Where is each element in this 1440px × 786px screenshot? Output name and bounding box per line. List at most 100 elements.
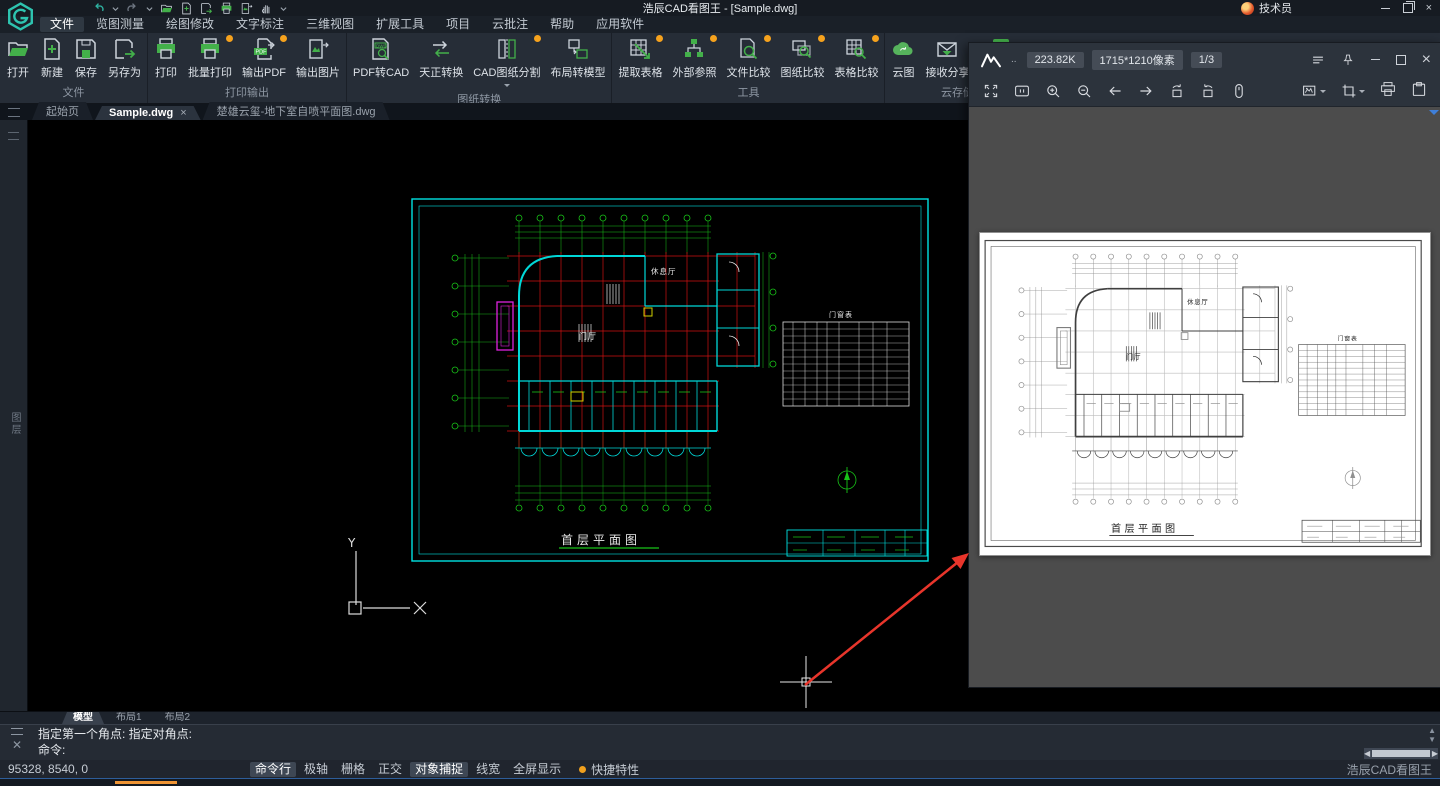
ribbon-cloud-button[interactable]: 云图 bbox=[886, 33, 920, 83]
viewer-maximize-icon[interactable] bbox=[1396, 55, 1406, 65]
status-toggle-0[interactable]: 命令行 bbox=[250, 762, 296, 777]
menu-item-1[interactable]: 览图测量 bbox=[86, 17, 154, 32]
qat-saveas-icon[interactable] bbox=[200, 2, 213, 15]
doc-tab-1[interactable]: Sample.dwg× bbox=[95, 106, 201, 120]
arrow-right-icon[interactable] bbox=[1138, 83, 1154, 99]
menu-item-7[interactable]: 云批注 bbox=[482, 17, 538, 32]
ribbon-table-cmp-button[interactable]: 表格比较 bbox=[829, 33, 883, 83]
image-mode-button[interactable] bbox=[1302, 83, 1326, 99]
command-prompt[interactable]: 命令: bbox=[38, 742, 1440, 758]
ribbon-draw-cmp-button[interactable]: 图纸比较 bbox=[775, 33, 829, 83]
ribbon-img-out-button[interactable]: 输出图片 bbox=[291, 33, 345, 83]
menu-item-9[interactable]: 应用软件 bbox=[586, 17, 654, 32]
ribbon-open-button[interactable]: 打开 bbox=[1, 33, 35, 83]
ribbon-pdf-out-button[interactable]: PDF输出PDF bbox=[237, 33, 291, 83]
doc-tab-0[interactable]: 起始页 bbox=[32, 102, 93, 120]
viewer-body[interactable]: 休息厅门厅门窗表首层平面图 bbox=[969, 106, 1440, 687]
fullscreen-icon[interactable] bbox=[983, 83, 999, 99]
ribbon-new-button[interactable]: 新建 bbox=[35, 33, 69, 83]
status-toggle-1[interactable]: 极轴 bbox=[299, 762, 333, 777]
viewer-header: .. 223.82K 1715*1210像素 1/3 × bbox=[969, 43, 1440, 76]
qat-print-icon[interactable] bbox=[220, 2, 233, 15]
ribbon-pdf2cad-button[interactable]: DWGPDF转CAD bbox=[348, 33, 414, 90]
pin-icon[interactable] bbox=[1341, 53, 1355, 67]
scroll-right-icon[interactable]: ▶ bbox=[1432, 749, 1438, 758]
ribbon-print-button[interactable]: 批量打印 bbox=[183, 33, 237, 83]
ribbon-split-button[interactable]: CAD图纸分割 bbox=[468, 33, 545, 90]
status-toggle-6[interactable]: 全屏显示 bbox=[508, 762, 566, 777]
layout-tab-2[interactable]: 布局2 bbox=[154, 712, 202, 724]
doc-tab-2[interactable]: 楚雄云玺-地下室自喷平面图.dwg bbox=[203, 102, 390, 120]
horizontal-scrollbar[interactable]: ◀ ▶ bbox=[1364, 748, 1438, 759]
user-account[interactable]: 技术员 bbox=[1241, 0, 1292, 16]
restore-icon[interactable] bbox=[1403, 3, 1413, 13]
clipboard-button[interactable] bbox=[1411, 81, 1427, 102]
command-gutter: ✕ bbox=[6, 728, 28, 756]
command-line-area[interactable]: ✕ 指定第一个角点: 指定对角点: 命令: ▲▼ ◀ ▶ bbox=[0, 724, 1440, 760]
menu-item-3[interactable]: 文字标注 bbox=[226, 17, 294, 32]
command-close-icon[interactable]: ✕ bbox=[12, 738, 22, 752]
menu-item-5[interactable]: 扩展工具 bbox=[366, 17, 434, 32]
ribbon-xref-button[interactable]: 外部参照 bbox=[667, 33, 721, 83]
avatar bbox=[1241, 2, 1254, 15]
layout-tab-1[interactable]: 布局1 bbox=[105, 712, 153, 724]
qat-dropdown-icon[interactable] bbox=[112, 5, 119, 12]
ribbon-print-button[interactable]: 打印 bbox=[149, 33, 183, 83]
layers-panel-tab[interactable]: 图层 bbox=[7, 412, 22, 436]
arrow-left-icon[interactable] bbox=[1107, 83, 1123, 99]
scrollbar-thumb[interactable] bbox=[1372, 750, 1430, 757]
print-icon bbox=[198, 37, 222, 61]
rotate-cw-icon[interactable] bbox=[1200, 83, 1216, 99]
ribbon-table-extract-button[interactable]: 提取表格 bbox=[613, 33, 667, 83]
mouse-wheel-icon[interactable] bbox=[1231, 83, 1247, 99]
qat-img-out-icon[interactable] bbox=[240, 2, 253, 15]
qat-undo-icon[interactable] bbox=[92, 2, 105, 15]
tab-close-icon[interactable]: × bbox=[180, 107, 186, 119]
new-feature-badge bbox=[533, 34, 542, 43]
status-toggle-3[interactable]: 正交 bbox=[373, 762, 407, 777]
command-grip-icon[interactable] bbox=[11, 728, 23, 735]
status-toggle-4[interactable]: 对象捕捉 bbox=[410, 762, 468, 777]
command-scrollbar[interactable]: ▲▼ bbox=[1428, 727, 1436, 743]
viewer-close-icon[interactable]: × bbox=[1422, 51, 1431, 69]
ribbon-button-label: 外部参照 bbox=[672, 64, 716, 80]
print-icon bbox=[154, 37, 178, 61]
ribbon-save-button[interactable]: 保存 bbox=[69, 33, 103, 83]
menu-icon[interactable] bbox=[1311, 53, 1325, 67]
qat-open-icon[interactable] bbox=[160, 2, 173, 15]
close-icon[interactable]: × bbox=[1426, 2, 1432, 14]
crop-button[interactable] bbox=[1341, 83, 1365, 99]
scroll-left-icon[interactable]: ◀ bbox=[1364, 749, 1370, 758]
status-toggle-5[interactable]: 线宽 bbox=[471, 762, 505, 777]
qat-dropdown-icon[interactable] bbox=[280, 5, 287, 12]
ribbon-tz-button[interactable]: 天正转换 bbox=[414, 33, 468, 90]
ribbon-file-cmp-button[interactable]: 文件比较 bbox=[721, 33, 775, 83]
ribbon-layout2model-button[interactable]: 布局转模型 bbox=[545, 33, 610, 90]
status-toggle-2[interactable]: 栅格 bbox=[336, 762, 370, 777]
menu-item-6[interactable]: 项目 bbox=[436, 17, 480, 32]
scroll-arrow-icon[interactable] bbox=[1429, 110, 1439, 120]
fit-window-icon[interactable] bbox=[1014, 83, 1030, 99]
quick-properties-toggle[interactable]: 快捷特性 bbox=[579, 761, 639, 778]
layout-tab-0[interactable]: 模型 bbox=[62, 712, 104, 724]
quick-properties-label: 快捷特性 bbox=[591, 761, 639, 778]
qat-redo-icon[interactable] bbox=[126, 2, 139, 15]
svg-text:DWG: DWG bbox=[376, 43, 387, 48]
ribbon-recv-share-button[interactable]: 接收分享 bbox=[920, 33, 974, 83]
ribbon-saveas-button[interactable]: 另存为 bbox=[103, 33, 146, 83]
viewer-minimize-icon[interactable] bbox=[1371, 59, 1380, 60]
menu-item-8[interactable]: 帮助 bbox=[540, 17, 584, 32]
zoom-out-icon[interactable] bbox=[1076, 83, 1092, 99]
pdf-out-icon: PDF bbox=[252, 37, 276, 61]
qat-dropdown-icon[interactable] bbox=[146, 5, 153, 12]
menu-item-4[interactable]: 三维视图 bbox=[296, 17, 364, 32]
menu-item-0[interactable]: 文件 bbox=[40, 17, 84, 32]
qat-pan-icon[interactable] bbox=[260, 2, 273, 15]
zoom-in-icon[interactable] bbox=[1045, 83, 1061, 99]
minimize-icon[interactable] bbox=[1381, 8, 1390, 9]
rotate-ccw-icon[interactable] bbox=[1169, 83, 1185, 99]
print2-button[interactable] bbox=[1380, 81, 1396, 102]
image-preview[interactable]: 休息厅门厅门窗表首层平面图 bbox=[979, 232, 1431, 556]
menu-item-2[interactable]: 绘图修改 bbox=[156, 17, 224, 32]
qat-new-icon[interactable] bbox=[180, 2, 193, 15]
